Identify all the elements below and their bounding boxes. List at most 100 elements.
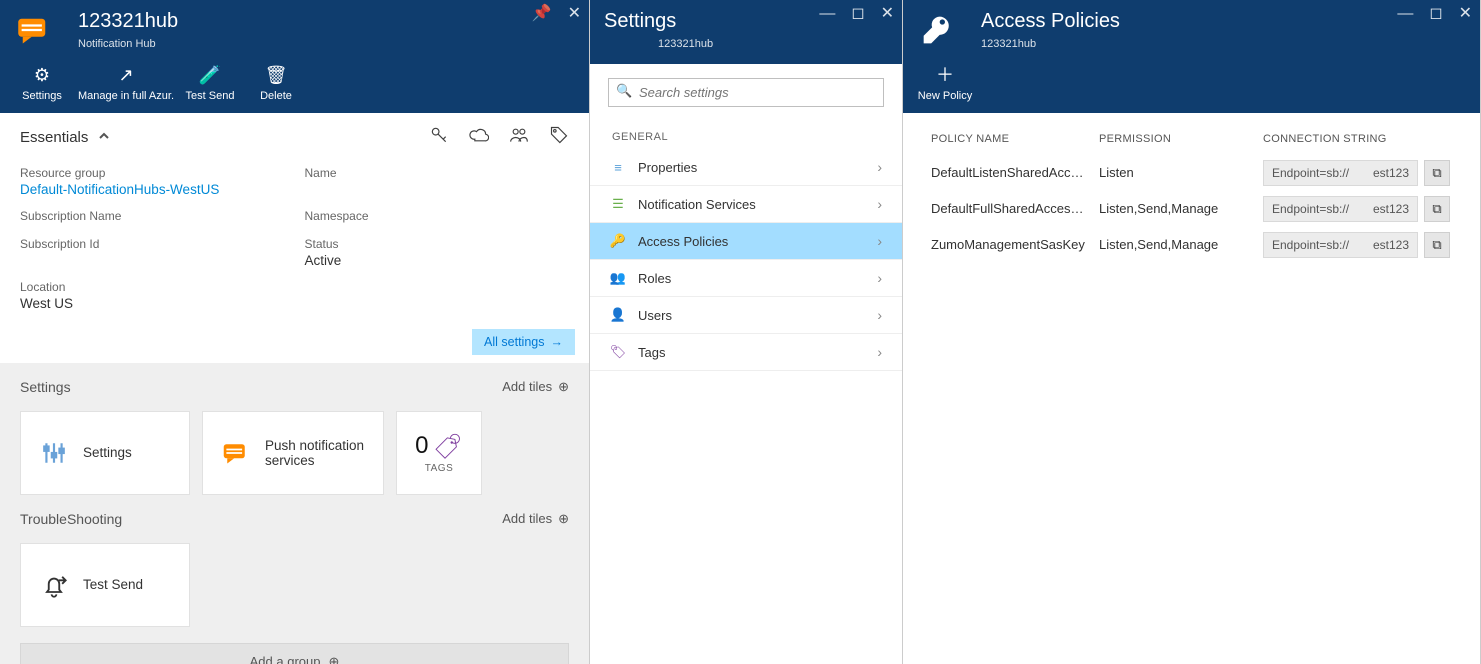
settings-item-roles[interactable]: 👥Roles ›	[590, 260, 902, 297]
blade-access-policies: Access Policies 123321hub — ◻ ✕ ＋ New Po…	[903, 0, 1481, 664]
chat-icon	[221, 439, 251, 467]
chevron-right-icon: ›	[877, 159, 882, 175]
overview-body: Settings Add tiles ⊕ Settings P	[0, 363, 589, 664]
tag-icon[interactable]	[549, 125, 569, 150]
tile-testsend-label: Test Send	[83, 577, 143, 592]
cs-right: est123	[1367, 238, 1409, 252]
tile-tags[interactable]: 0 🏷 TAGS	[396, 411, 482, 495]
overview-subtitle: Notification Hub	[78, 38, 178, 50]
tags-caption: TAGS	[425, 463, 453, 474]
toolbar-manage-button[interactable]: ↗ Manage in full Azur.	[78, 64, 174, 103]
policy-row[interactable]: DefaultListenSharedAcces… Listen Endpoin…	[931, 155, 1452, 191]
connection-string-field[interactable]: Endpoint=sb:// est123	[1263, 160, 1418, 186]
overview-header: 123321hub Notification Hub 📌 ✕ ⚙ Setting…	[0, 0, 589, 113]
settings-item-label: Notification Services	[638, 197, 756, 212]
key-icon: 🔑	[610, 233, 626, 249]
pin-icon[interactable]: 📌	[532, 6, 552, 22]
copy-button[interactable]: ⧉	[1424, 160, 1450, 186]
external-link-icon: ↗	[118, 64, 133, 86]
chevron-right-icon: ›	[877, 196, 882, 212]
settings-title: Settings	[604, 10, 713, 32]
toolbar-testsend-label: Test Send	[186, 90, 235, 103]
user-icon: 👤	[610, 307, 626, 323]
settings-item-properties[interactable]: ≡Properties ›	[590, 149, 902, 186]
chevron-up-icon	[98, 129, 110, 146]
copy-icon: ⧉	[1432, 165, 1441, 181]
policy-name: DefaultFullSharedAccessSi…	[931, 201, 1099, 216]
cs-right: est123	[1367, 202, 1409, 216]
status-value: Active	[305, 253, 570, 268]
policy-row[interactable]: ZumoManagementSasKey Listen,Send,Manage …	[931, 227, 1452, 263]
settings-item-label: Tags	[638, 345, 665, 360]
chevron-right-icon: ›	[877, 307, 882, 323]
search-settings-input[interactable]	[608, 78, 884, 107]
settings-item-tags[interactable]: 🏷Tags ›	[590, 334, 902, 371]
close-icon[interactable]: ✕	[1459, 6, 1472, 22]
flask-icon: 🧪	[199, 64, 221, 86]
kv-subscription-name: Subscription Name	[20, 209, 285, 225]
location-label: Location	[20, 280, 285, 294]
kv-resource-group: Resource group Default-NotificationHubs-…	[20, 166, 285, 197]
users-icon[interactable]	[509, 125, 529, 150]
toolbar-testsend-button[interactable]: 🧪 Test Send	[180, 64, 240, 103]
namespace-label: Namespace	[305, 209, 570, 223]
plus-icon: ＋	[936, 64, 954, 86]
all-settings-button[interactable]: All settings →	[472, 329, 575, 355]
cs-left: Endpoint=sb://	[1272, 166, 1367, 180]
settings-item-access-policies[interactable]: 🔑Access Policies ›	[590, 223, 902, 260]
kv-namespace: Namespace	[305, 209, 570, 225]
key-icon	[917, 10, 957, 50]
essentials-grid: Resource group Default-NotificationHubs-…	[0, 162, 589, 329]
settings-item-label: Access Policies	[638, 234, 728, 249]
arrow-right-icon: →	[551, 335, 564, 349]
toolbar-delete-button[interactable]: 🗑 Delete	[246, 64, 306, 103]
overview-title: 123321hub	[78, 10, 178, 32]
add-tiles-troubleshooting[interactable]: Add tiles ⊕	[502, 511, 569, 527]
section-troubleshooting-title: TroubleShooting	[20, 511, 122, 527]
tile-push-services[interactable]: Push notification services	[202, 411, 384, 495]
tag-icon: 🏷	[433, 431, 462, 461]
toolbar-manage-label: Manage in full Azur.	[78, 90, 174, 103]
policy-permission: Listen,Send,Manage	[1099, 237, 1263, 252]
add-group-button[interactable]: Add a group ⊕	[20, 643, 569, 664]
key-icon[interactable]	[429, 125, 449, 150]
tile-settings[interactable]: Settings	[20, 411, 190, 495]
toolbar-settings-button[interactable]: ⚙ Settings	[12, 64, 72, 103]
chevron-right-icon: ›	[877, 344, 882, 360]
tile-test-send[interactable]: Test Send	[20, 543, 190, 627]
minimize-icon[interactable]: —	[819, 6, 835, 22]
maximize-icon[interactable]: ◻	[851, 6, 864, 22]
close-icon[interactable]: ✕	[881, 6, 894, 22]
copy-button[interactable]: ⧉	[1424, 196, 1450, 222]
toolbar-settings-label: Settings	[22, 90, 62, 103]
sliders-icon	[39, 440, 69, 466]
minimize-icon[interactable]: —	[1397, 6, 1413, 22]
connection-string-field[interactable]: Endpoint=sb:// est123	[1263, 232, 1418, 258]
settings-item-notification-services[interactable]: ☰Notification Services ›	[590, 186, 902, 223]
new-policy-label: New Policy	[918, 90, 972, 103]
connection-string-field[interactable]: Endpoint=sb:// est123	[1263, 196, 1418, 222]
settings-subtitle: 123321hub	[658, 38, 713, 50]
chevron-right-icon: ›	[877, 270, 882, 286]
tile-settings-label: Settings	[83, 445, 132, 460]
resource-group-value[interactable]: Default-NotificationHubs-WestUS	[20, 182, 285, 197]
settings-item-label: Users	[638, 308, 672, 323]
kv-status: Status Active	[305, 237, 570, 268]
new-policy-button[interactable]: ＋ New Policy	[915, 64, 975, 103]
add-tiles-settings[interactable]: Add tiles ⊕	[502, 379, 569, 395]
sliders-icon: ≡	[610, 160, 626, 175]
kv-location: Location West US	[20, 280, 285, 311]
maximize-icon[interactable]: ◻	[1429, 6, 1442, 22]
resource-group-label: Resource group	[20, 166, 285, 180]
plus-circle-icon: ⊕	[328, 654, 339, 664]
settings-item-users[interactable]: 👤 Users ›	[590, 297, 902, 334]
policies-header-row: POLICY NAME PERMISSION CONNECTION STRING	[931, 133, 1452, 155]
settings-header: Settings 123321hub — ◻ ✕	[590, 0, 902, 64]
cs-left: Endpoint=sb://	[1272, 202, 1367, 216]
policy-row[interactable]: DefaultFullSharedAccessSi… Listen,Send,M…	[931, 191, 1452, 227]
cloud-icon[interactable]	[469, 125, 489, 150]
essentials-label: Essentials	[20, 129, 88, 146]
copy-button[interactable]: ⧉	[1424, 232, 1450, 258]
close-icon[interactable]: ✕	[568, 6, 581, 22]
essentials-bar[interactable]: Essentials	[0, 113, 589, 162]
